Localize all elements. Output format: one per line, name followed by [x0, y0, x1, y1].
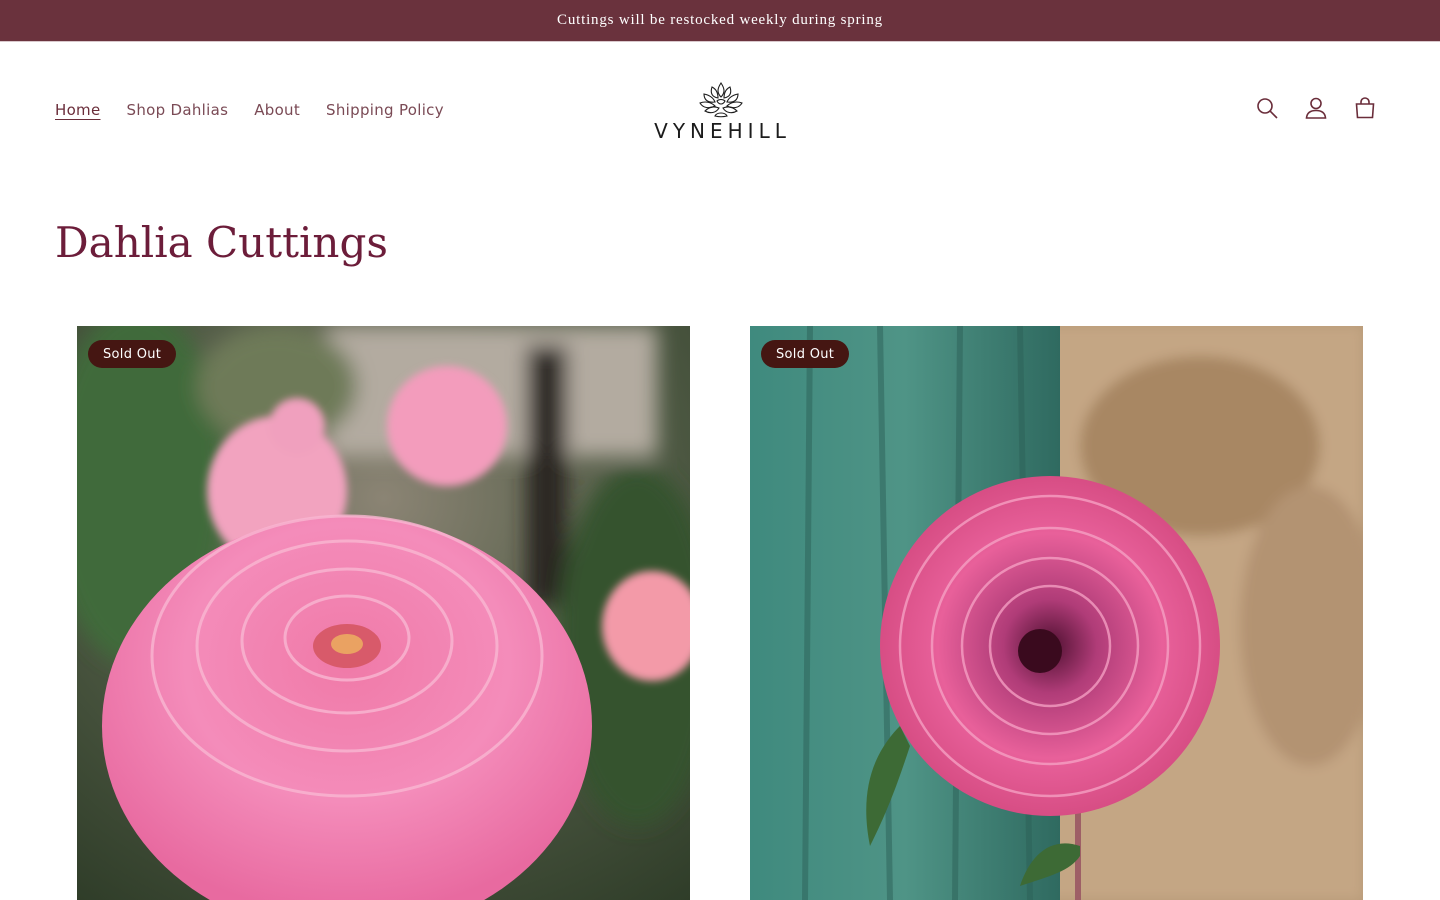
sold-out-badge: Sold Out [88, 340, 177, 368]
search-icon[interactable] [1254, 95, 1280, 121]
announcement-text: Cuttings will be restocked weekly during… [557, 12, 883, 28]
dahlia-logo-icon [698, 82, 743, 118]
announcement-bar: Cuttings will be restocked weekly during… [0, 0, 1440, 42]
product-card[interactable]: Sold Out [750, 326, 1363, 900]
page-title: Dahlia Cuttings [55, 218, 388, 267]
pink-ball-dahlia-photo [77, 326, 690, 900]
magenta-dahlia-photo [750, 326, 1363, 900]
cart-icon[interactable] [1352, 95, 1378, 121]
nav-home-link[interactable]: Home [55, 101, 101, 119]
nav-shipping-policy-link[interactable]: Shipping Policy [326, 101, 444, 119]
main-nav: Home Shop Dahlias About Shipping Policy [55, 101, 444, 119]
header-icons [1254, 95, 1378, 121]
product-card[interactable]: Sold Out [77, 326, 690, 900]
nav-shop-dahlias-link[interactable]: Shop Dahlias [127, 101, 229, 119]
nav-about-link[interactable]: About [254, 101, 300, 119]
sold-out-badge: Sold Out [761, 340, 850, 368]
account-icon[interactable] [1303, 95, 1329, 121]
site-header: Home Shop Dahlias About Shipping Policy … [0, 43, 1440, 183]
site-logo[interactable]: VYNEHILL [648, 79, 793, 143]
logo-text: VYNEHILL [654, 119, 791, 143]
